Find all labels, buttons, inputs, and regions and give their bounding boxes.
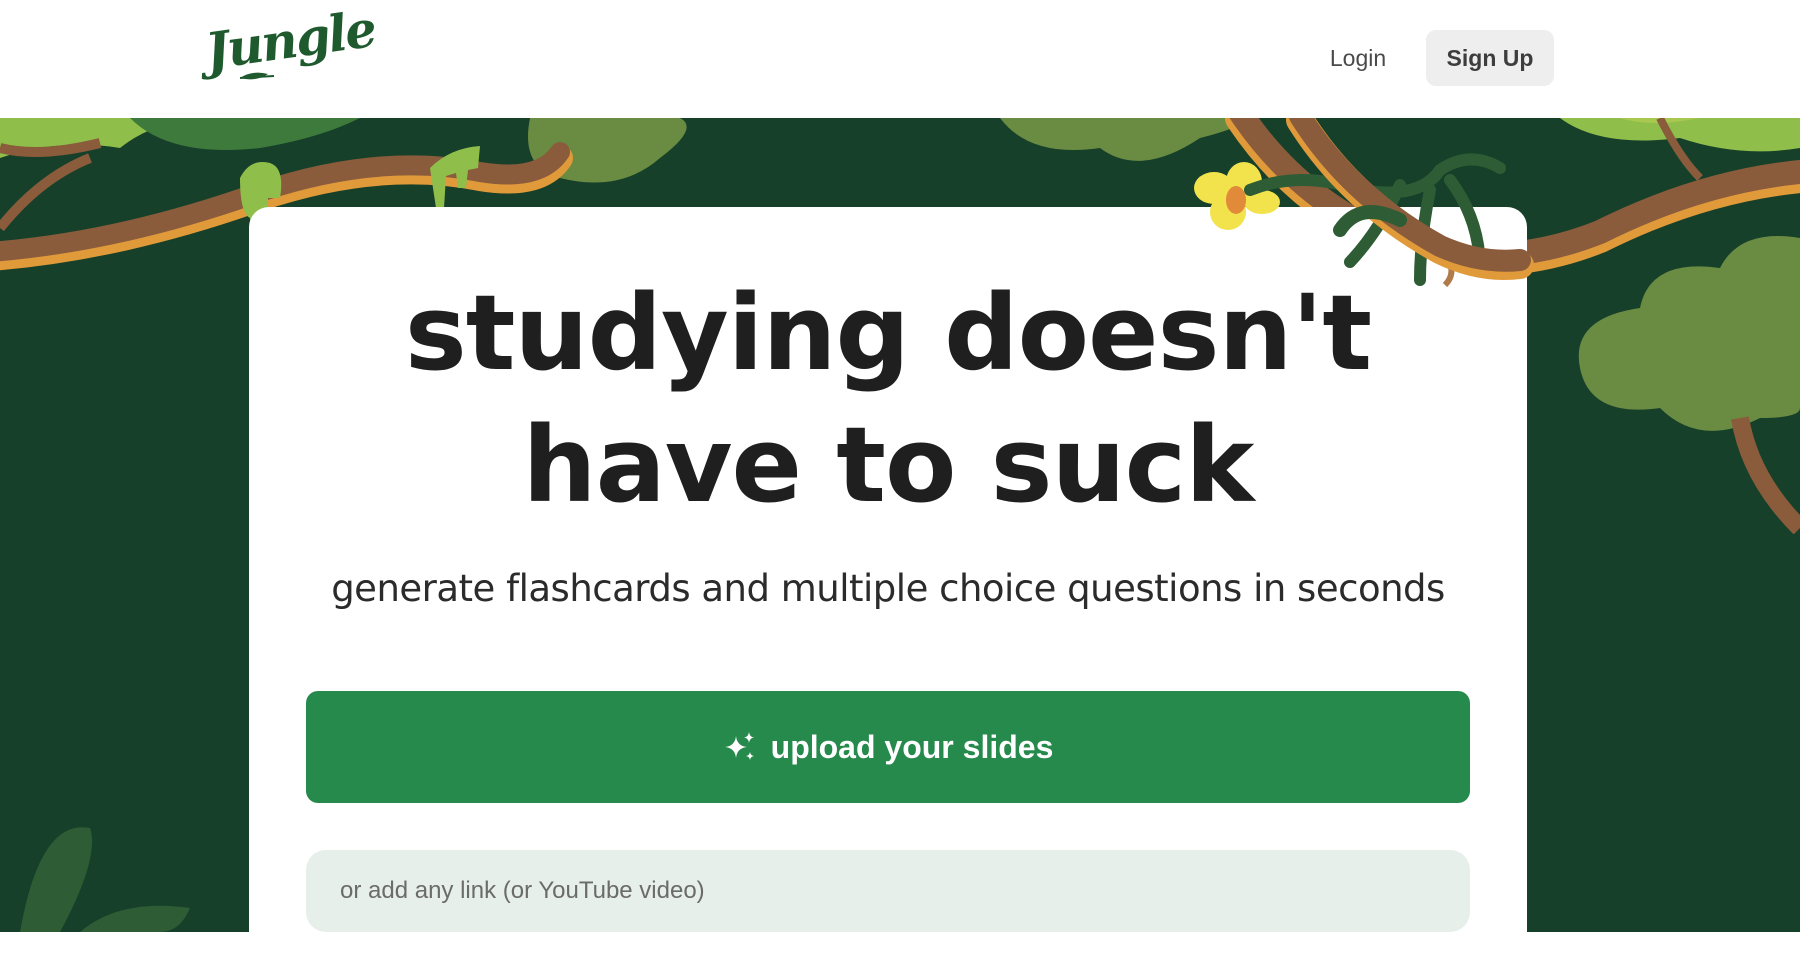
link-input[interactable] xyxy=(306,850,1470,932)
jungle-logo[interactable]: Jungle xyxy=(202,0,379,92)
top-navbar: Jungle Login Sign Up xyxy=(0,0,1800,118)
headline-line-2: have to suck xyxy=(522,404,1255,526)
login-link[interactable]: Login xyxy=(1310,30,1406,86)
leaf-icon xyxy=(239,72,275,80)
hero-subheadline: generate flashcards and multiple choice … xyxy=(331,567,1445,610)
sparkles-icon xyxy=(724,732,754,760)
upload-slides-label: upload your slides xyxy=(770,728,1054,765)
hero-card: studying doesn't have to suck generate f… xyxy=(249,207,1527,967)
signup-button[interactable]: Sign Up xyxy=(1426,30,1554,86)
logo-wordmark: Jungle xyxy=(201,0,379,81)
headline-line-1: studying doesn't xyxy=(404,272,1372,394)
hero-headline: studying doesn't have to suck xyxy=(249,267,1527,531)
upload-slides-button[interactable]: upload your slides xyxy=(306,691,1470,803)
